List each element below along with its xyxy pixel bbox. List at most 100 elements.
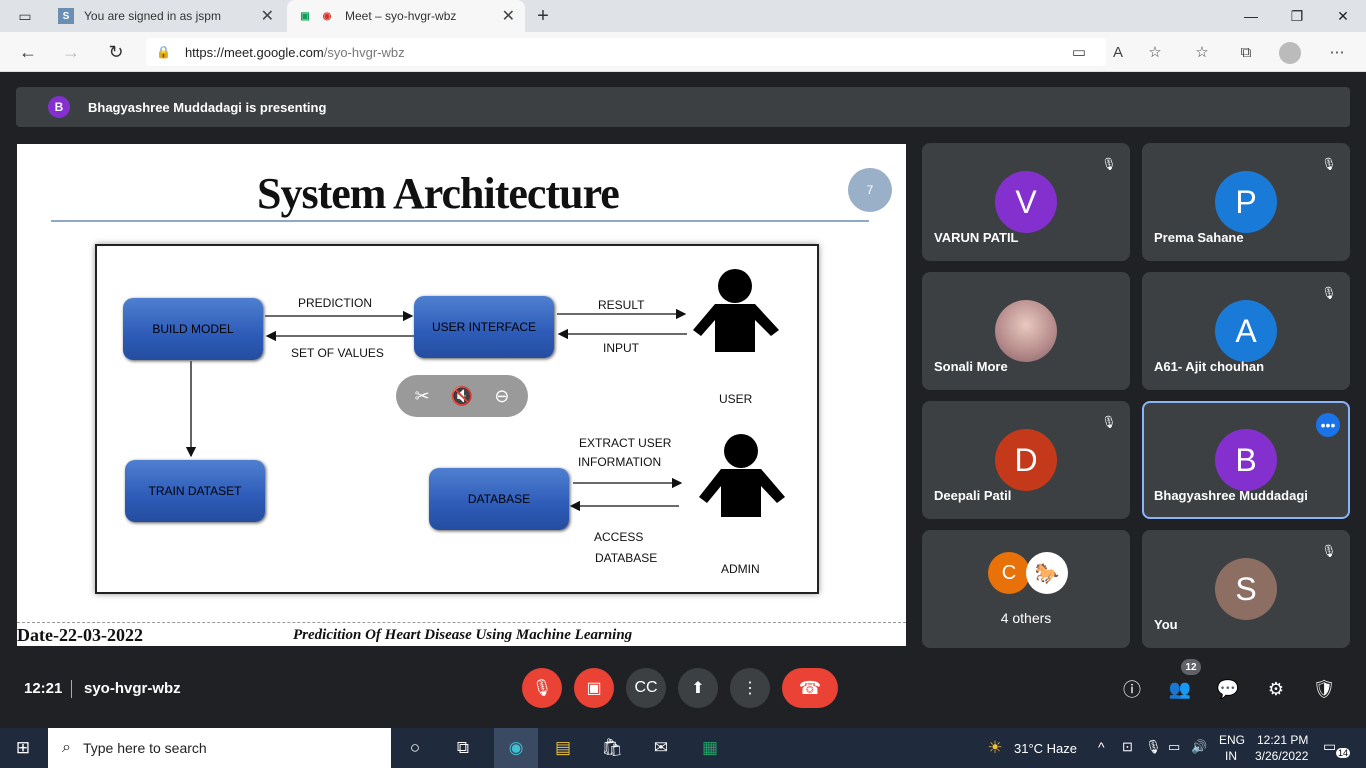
search-placeholder: Type here to search (82, 740, 207, 756)
close-window-button[interactable]: ✕ (1320, 0, 1366, 32)
tab-label: Meet – syo-hvgr-wbz (345, 9, 457, 23)
refresh-icon[interactable]: ↻ (103, 40, 129, 64)
admin-figure-icon (699, 434, 785, 517)
collections-icon[interactable]: ⧉ (1234, 41, 1258, 63)
notification-count: 14 (1336, 748, 1351, 758)
admin-label: ADMIN (721, 562, 760, 576)
divider (71, 680, 72, 698)
notification-icon[interactable]: ▭ (1323, 738, 1336, 755)
present-now-button[interactable]: ⬆ (678, 668, 718, 708)
people-icon[interactable]: 👥 (1167, 676, 1193, 702)
start-windows-icon[interactable]: ⊞ (6, 734, 40, 762)
remove-tile-icon[interactable]: ⊖ (494, 386, 509, 407)
prediction-label: PREDICTION (298, 296, 373, 310)
avatar: P (1215, 171, 1277, 233)
avatar: B (1215, 429, 1277, 491)
access-label-1: ACCESS (594, 530, 644, 544)
participant-tile-sonali[interactable]: Sonali More (922, 272, 1130, 390)
host-controls-icon[interactable]: 🛡 (1311, 676, 1337, 702)
recording-icon: ◉ (322, 10, 332, 22)
database-box: DATABASE (429, 468, 569, 530)
camera-off-button[interactable]: ▣ (574, 668, 614, 708)
forward-icon[interactable]: → (58, 40, 84, 64)
mail-icon[interactable]: ✉ (644, 734, 678, 762)
slide-date: Date-22-03-2022 (17, 625, 143, 645)
close-tab-icon[interactable]: ✕ (261, 6, 274, 26)
battery-icon[interactable]: ▭ (1168, 739, 1180, 755)
unpin-icon[interactable]: ✂ (415, 386, 430, 407)
restore-button[interactable]: ❐ (1274, 0, 1320, 32)
clock-time[interactable]: 12:21 PM (1257, 733, 1308, 747)
camera-icon[interactable]: ▭ (1067, 41, 1091, 63)
architecture-diagram: BUILD MODEL USER INTERFACE TRAIN DATASET… (95, 244, 819, 594)
participant-tile-bhagyashree[interactable]: B Bhagyashree Muddadagi ••• (1142, 401, 1350, 519)
participant-tile-prema[interactable]: P Prema Sahane 🎙 (1142, 143, 1350, 261)
presenting-text: Bhagyashree Muddadagi is presenting (88, 99, 327, 115)
address-bar: ← → ↻ 🔒 https://meet.google.com/syo-hvgr… (0, 32, 1366, 72)
tab-actions-icon[interactable]: ▭ (8, 2, 42, 30)
mic-off-icon: 🎙 (1321, 544, 1337, 558)
leave-call-button[interactable]: ☎ (782, 668, 838, 708)
participant-name: Bhagyashree Muddadagi (1154, 488, 1308, 503)
microphone-off-button[interactable]: 🎙 (522, 668, 562, 708)
taskbar-search-box[interactable]: ⌕ Type here to search (48, 728, 391, 768)
participant-tile-others[interactable]: C 🐎 4 others (922, 530, 1130, 648)
build-model-box: BUILD MODEL (123, 298, 263, 360)
participant-tile-you[interactable]: S You 🎙 (1142, 530, 1350, 648)
profile-avatar[interactable] (1279, 42, 1301, 64)
language-in[interactable]: IN (1225, 749, 1237, 763)
file-explorer-icon[interactable]: ▤ (546, 734, 580, 762)
new-tab-icon[interactable]: + (526, 2, 560, 30)
edge-icon[interactable]: ◉ (494, 728, 538, 768)
captions-button[interactable]: CC (626, 668, 666, 708)
weather-icon[interactable]: ☀ (978, 734, 1012, 762)
user-label: USER (719, 392, 753, 406)
cortana-icon[interactable]: ○ (398, 734, 432, 762)
task-view-icon[interactable]: ⧉ (446, 734, 480, 762)
others-count-label: 4 others (1000, 610, 1052, 626)
user-figure-icon (693, 269, 779, 352)
sharepoint-icon: S (58, 8, 74, 24)
mic-off-icon: 🎙 (1101, 415, 1117, 429)
input-label: INPUT (603, 341, 639, 355)
meeting-details-icon[interactable]: ⓘ (1119, 676, 1145, 702)
chat-icon[interactable]: 💬 (1215, 676, 1241, 702)
slide-title: System Architecture (257, 169, 620, 218)
participant-tile-deepali[interactable]: D Deepali Patil 🎙 (922, 401, 1130, 519)
participant-name: You (1154, 617, 1178, 632)
volume-icon[interactable]: 🔊 (1191, 739, 1207, 755)
tab-meet[interactable]: ▣ ◉ Meet – syo-hvgr-wbz ✕ (287, 0, 525, 32)
activities-icon[interactable]: ⚙ (1263, 676, 1289, 702)
clock-date[interactable]: 3/26/2022 (1255, 749, 1308, 763)
mute-presentation-icon[interactable]: 🔇 (451, 386, 473, 407)
language-eng[interactable]: ENG (1219, 733, 1245, 747)
weather-text[interactable]: 31°C Haze (1014, 741, 1077, 756)
mic-tray-icon[interactable]: 🎙 (1145, 739, 1162, 755)
store-icon[interactable]: 🛍 (595, 734, 629, 762)
participant-tile-ajit[interactable]: A A61- Ajit chouhan 🎙 (1142, 272, 1350, 390)
avatar: V (995, 171, 1057, 233)
participant-name: VARUN PATIL (934, 230, 1019, 245)
result-label: RESULT (598, 298, 645, 312)
participant-tile-varun[interactable]: V VARUN PATIL 🎙 (922, 143, 1130, 261)
excel-icon[interactable]: ▦ (693, 734, 727, 762)
slide-footer-divider (17, 622, 906, 623)
network-icon[interactable]: ⊡ (1122, 739, 1133, 755)
back-icon[interactable]: ← (15, 40, 41, 64)
browser-tab-bar: ▭ S You are signed in as jspm ✕ ▣ ◉ Meet… (0, 0, 1366, 32)
favorites-icon[interactable]: ☆ (1190, 41, 1214, 63)
close-tab-icon[interactable]: ✕ (502, 6, 515, 26)
tab-signed-in[interactable]: S You are signed in as jspm ✕ (48, 0, 284, 32)
more-options-button[interactable]: ⋮ (730, 668, 770, 708)
url-input[interactable]: 🔒 https://meet.google.com/syo-hvgr-wbz (146, 38, 1106, 66)
more-icon[interactable]: ⋯ (1325, 41, 1349, 63)
user-interface-box: USER INTERFACE (414, 296, 554, 358)
read-aloud-icon[interactable]: A (1106, 41, 1130, 63)
add-favorite-icon[interactable]: ☆ (1143, 41, 1167, 63)
meeting-time: 12:21 (24, 680, 63, 697)
participant-name: Prema Sahane (1154, 230, 1244, 245)
minimize-button[interactable]: — (1228, 0, 1274, 32)
mic-off-icon: 🎙 (1101, 157, 1117, 171)
more-options-icon[interactable]: ••• (1316, 413, 1340, 437)
tray-chevron-icon[interactable]: ^ (1098, 739, 1105, 755)
